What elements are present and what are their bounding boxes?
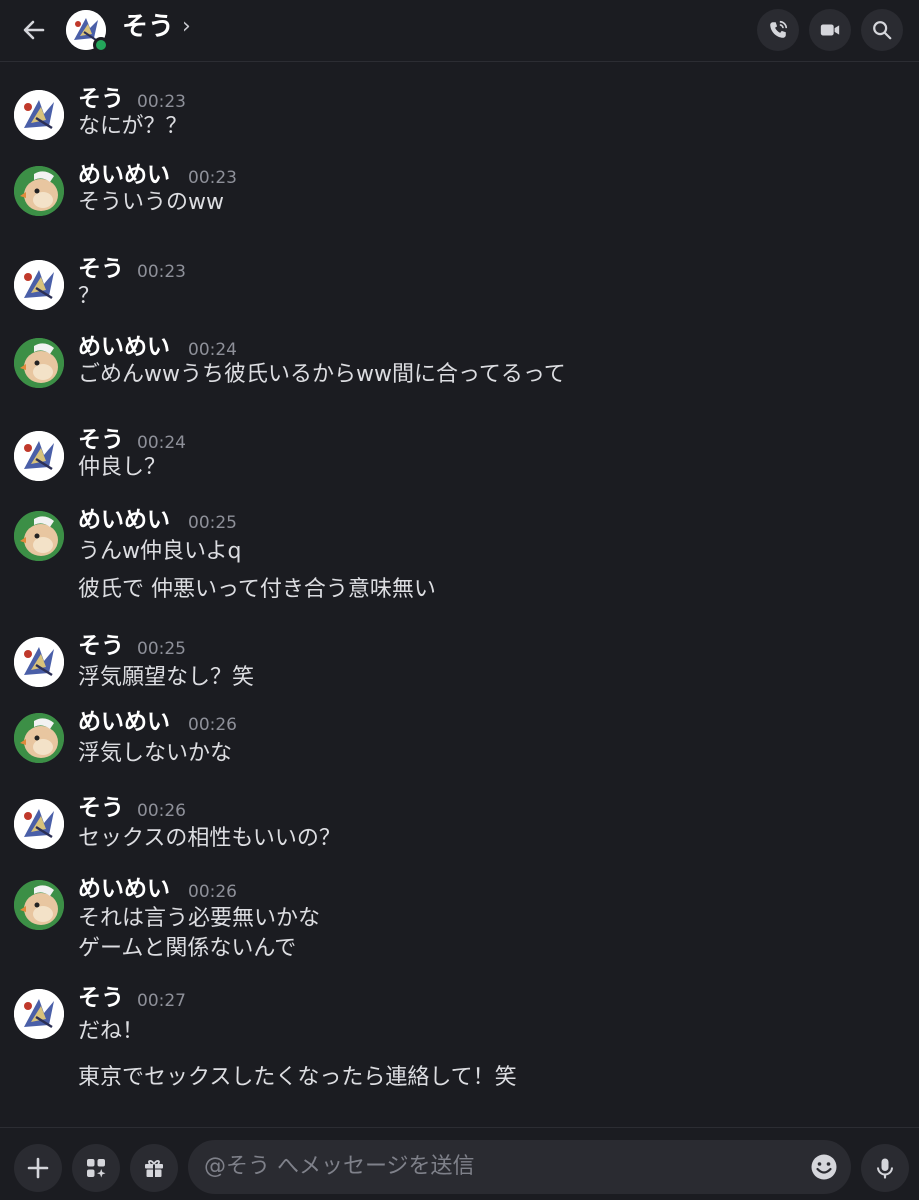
- avatar[interactable]: [14, 880, 64, 930]
- timestamp: 00:24: [137, 433, 186, 453]
- timestamp: 00:25: [137, 639, 186, 659]
- phone-icon: [770, 20, 788, 38]
- author-name[interactable]: めいめい: [78, 160, 170, 190]
- avatar[interactable]: [14, 90, 64, 140]
- search-button[interactable]: [861, 9, 903, 51]
- timestamp: 00:23: [137, 92, 186, 112]
- microphone-icon: [877, 1158, 893, 1179]
- plus-icon: [27, 1157, 49, 1179]
- message-text: それは言う必要無いかな: [78, 906, 321, 931]
- avatar[interactable]: [14, 713, 64, 763]
- channel-title[interactable]: そう: [122, 10, 174, 44]
- author-name[interactable]: めいめい: [78, 505, 170, 535]
- author-name[interactable]: そう: [78, 425, 124, 455]
- voice-message-button[interactable]: [861, 1144, 909, 1192]
- emoji-button[interactable]: [809, 1152, 839, 1182]
- author-name[interactable]: そう: [78, 983, 124, 1013]
- video-camera-icon: [820, 24, 840, 36]
- author-name[interactable]: そう: [78, 84, 124, 114]
- message-text: だね！: [78, 1019, 145, 1044]
- apps-icon: [87, 1159, 106, 1178]
- avatar[interactable]: [14, 431, 64, 481]
- avatar[interactable]: [14, 989, 64, 1039]
- message-text: 彼氏で 仲悪いって付き合う意味無い: [78, 577, 436, 602]
- message-input[interactable]: @そう へメッセージを送信: [188, 1140, 851, 1194]
- chevron-right-icon[interactable]: ›: [182, 12, 191, 42]
- emoji-icon: [811, 1154, 837, 1180]
- message-text: ゲームと関係ないんで: [78, 936, 297, 961]
- message-text: 東京でセックスしたくなったら連絡して！笑: [78, 1065, 517, 1090]
- timestamp: 00:26: [188, 882, 237, 902]
- message-text: 浮気願望なし？笑: [78, 665, 255, 690]
- message-placeholder[interactable]: @そう へメッセージを送信: [204, 1152, 475, 1182]
- apps-button[interactable]: [72, 1144, 120, 1192]
- message-text: うんw仲良いよq: [78, 539, 242, 564]
- author-name[interactable]: めいめい: [78, 332, 170, 362]
- author-name[interactable]: めいめい: [78, 874, 170, 904]
- avatar[interactable]: [14, 511, 64, 561]
- timestamp: 00:23: [188, 168, 237, 188]
- chat-header: そう ›: [0, 0, 919, 62]
- search-icon: [873, 21, 892, 40]
- avatar[interactable]: [14, 260, 64, 310]
- gift-button[interactable]: [130, 1144, 178, 1192]
- message-text: 浮気しないかな: [78, 741, 233, 766]
- timestamp: 00:23: [137, 262, 186, 282]
- timestamp: 00:27: [137, 991, 186, 1011]
- video-call-button[interactable]: [809, 9, 851, 51]
- avatar[interactable]: [14, 166, 64, 216]
- author-name[interactable]: そう: [78, 793, 124, 823]
- timestamp: 00:26: [137, 801, 186, 821]
- author-name[interactable]: そう: [78, 254, 124, 284]
- message-text: そういうのww: [78, 190, 224, 215]
- avatar[interactable]: [14, 338, 64, 388]
- message-text: ごめんwwうち彼氏いるからww間に合ってるって: [78, 362, 566, 387]
- header-avatar[interactable]: [66, 10, 109, 53]
- message-text: なにが？？: [78, 114, 188, 139]
- avatar[interactable]: [14, 637, 64, 687]
- back-button[interactable]: [18, 14, 50, 46]
- message-text: セックスの相性もいいの？: [78, 826, 341, 851]
- back-arrow-icon: [23, 20, 45, 40]
- avatar[interactable]: [14, 799, 64, 849]
- message-list[interactable]: そう 00:23 なにが？？ めいめい 00:23 そういうのww そう 00:…: [0, 62, 919, 1127]
- message-text: 仲良し？: [78, 455, 167, 480]
- timestamp: 00:26: [188, 715, 237, 735]
- message-text: ？: [78, 284, 101, 309]
- attach-button[interactable]: [14, 1144, 62, 1192]
- author-name[interactable]: そう: [78, 631, 124, 661]
- timestamp: 00:24: [188, 340, 237, 360]
- online-status-dot: [93, 37, 109, 53]
- message-composer: @そう へメッセージを送信: [0, 1127, 919, 1200]
- voice-call-button[interactable]: [757, 9, 799, 51]
- timestamp: 00:25: [188, 513, 237, 533]
- gift-icon: [145, 1160, 163, 1177]
- author-name[interactable]: めいめい: [78, 707, 170, 737]
